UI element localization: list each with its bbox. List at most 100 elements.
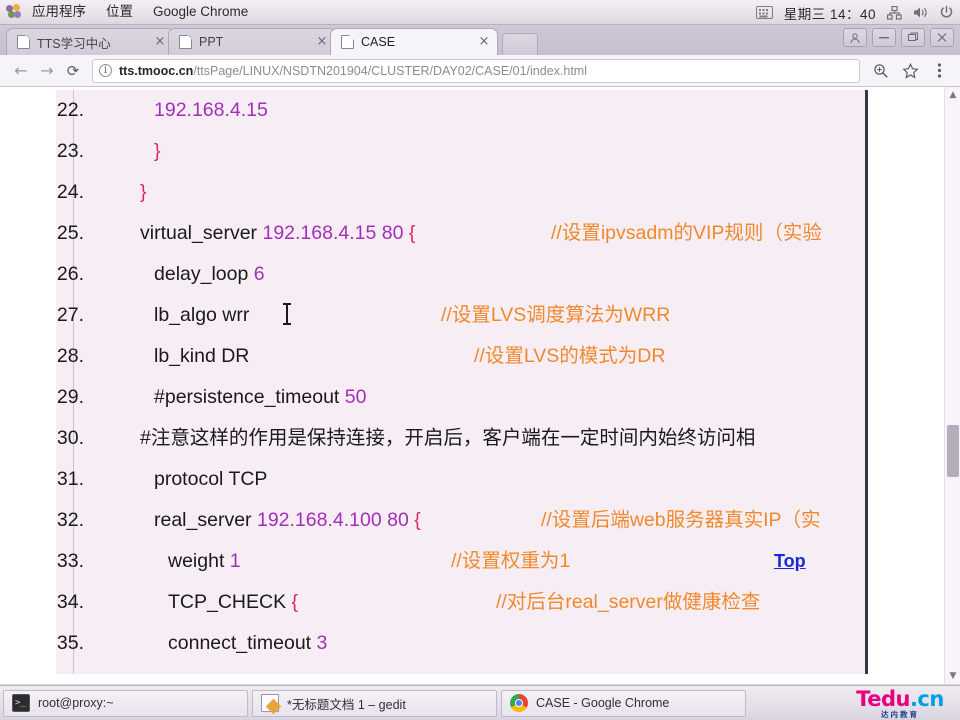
minimize-icon[interactable]: [872, 28, 896, 47]
taskbar-item-label: CASE - Google Chrome: [536, 696, 670, 710]
panel-clock[interactable]: 星期三 14：40: [784, 3, 876, 23]
panel-menu-google-chrome[interactable]: Google Chrome: [143, 0, 258, 24]
scroll-up-arrow-icon[interactable]: ▲: [945, 87, 960, 103]
maximize-icon[interactable]: [901, 28, 925, 47]
taskbar-item-label: *无标题文档 1 – gedit: [287, 697, 406, 712]
code-comment: //设置权重为1: [451, 550, 571, 572]
page-favicon-icon: [17, 35, 30, 49]
line-number: 31.: [56, 468, 84, 490]
window-list-taskbar: >_ root@proxy:~ *无标题文档 1 – gedit CASE - …: [0, 685, 960, 720]
code-text: delay_loop 6: [154, 263, 265, 285]
code-text: weight 1: [168, 550, 241, 572]
line-number: 27.: [56, 304, 84, 326]
line-number: 34.: [56, 591, 84, 613]
browser-tab-3-active[interactable]: CASE ×: [330, 28, 498, 55]
page-favicon-icon: [341, 35, 354, 49]
line-number: 30.: [56, 427, 84, 449]
code-text: TCP_CHECK {: [168, 591, 299, 613]
taskbar-item-gedit[interactable]: *无标题文档 1 – gedit: [252, 689, 497, 717]
forward-button[interactable]: →: [34, 58, 60, 84]
code-line: 28. lb_kind DR //设置LVS的模式为DR: [56, 336, 865, 377]
tab-close-icon[interactable]: ×: [477, 35, 491, 49]
url-host: tts.tmooc.cn: [119, 63, 194, 78]
line-number: 32.: [56, 509, 84, 531]
reload-button[interactable]: ⟳: [60, 58, 86, 84]
zoom-icon[interactable]: [868, 58, 894, 84]
three-dots-menu-icon[interactable]: [926, 58, 952, 84]
panel-menu-places[interactable]: 位置: [96, 0, 143, 24]
code-line: 27. lb_algo wrr //设置LVS调度算法为WRR: [56, 295, 865, 336]
close-icon[interactable]: [930, 28, 954, 47]
tedu-brand-sub: 达内教育: [881, 709, 919, 719]
code-line: 22. 192.168.4.15: [56, 90, 865, 131]
code-line: 24.}: [56, 172, 865, 213]
code-comment: //对后台real_server做健康检查: [496, 591, 761, 613]
browser-tab-2[interactable]: PPT ×: [168, 28, 336, 55]
window-controls: [843, 28, 954, 47]
tedu-watermark-logo: Tedu.cn 达内教育: [844, 688, 956, 719]
code-line-list: 22. 192.168.4.15 23.} 24.} 25. virtual_server…: [56, 90, 865, 664]
url-path: /ttsPage/LINUX/NSDTN201904/CLUSTER/DAY02…: [193, 63, 588, 78]
code-text: #注意这样的作用是保持连接，开启后，客户端在一定时间内始终访问相: [140, 427, 756, 449]
top-anchor-link[interactable]: Top: [774, 541, 806, 582]
address-bar-url: tts.tmooc.cn/ttsPage/LINUX/NSDTN201904/C…: [119, 64, 587, 78]
line-number: 22.: [56, 99, 84, 121]
code-line: 23.}: [56, 131, 865, 172]
keyboard-icon[interactable]: [755, 6, 773, 19]
code-text: protocol TCP: [154, 468, 268, 490]
tedu-brand-text: Tedu.cn: [856, 686, 944, 711]
code-line: 33. weight 1 //设置权重为1 Top: [56, 541, 865, 582]
browser-tab-1[interactable]: TTS学习中心 ×: [6, 28, 174, 55]
code-block: 22. 192.168.4.15 23.} 24.} 25. virtual_server…: [56, 90, 868, 674]
panel-menu-applications[interactable]: 应用程序: [22, 0, 96, 24]
network-icon[interactable]: [887, 5, 902, 20]
code-text: lb_kind DR: [154, 345, 250, 367]
scrollbar-thumb[interactable]: [947, 425, 959, 477]
page-viewport: 22. 192.168.4.15 23.} 24.} 25. virtual_server…: [0, 87, 960, 684]
tab-title: CASE: [361, 35, 396, 49]
line-number: 26.: [56, 263, 84, 285]
text-cursor: [283, 303, 291, 325]
line-number: 29.: [56, 386, 84, 408]
code-line: 34. TCP_CHECK { //对后台real_server做健康检查: [56, 582, 865, 623]
tab-close-icon[interactable]: ×: [153, 35, 167, 49]
chrome-toolbar: ← → ⟳ i tts.tmooc.cn/ttsPage/LINUX/NSDTN…: [0, 55, 960, 87]
taskbar-item-terminal[interactable]: >_ root@proxy:~: [3, 689, 248, 717]
code-line: 35. connect_timeout 3: [56, 623, 865, 664]
scroll-down-arrow-icon[interactable]: ▼: [945, 668, 960, 684]
code-text: real_server 192.168.4.100 80 {: [154, 509, 421, 531]
code-text: connect_timeout 3: [168, 632, 328, 654]
address-bar[interactable]: i tts.tmooc.cn/ttsPage/LINUX/NSDTN201904…: [92, 58, 860, 83]
back-button[interactable]: ←: [8, 58, 34, 84]
code-line: 30. #注意这样的作用是保持连接，开启后，客户端在一定时间内始终访问相: [56, 418, 865, 459]
code-text: }: [140, 181, 147, 203]
line-number: 23.: [56, 140, 84, 162]
chrome-icon: [510, 694, 528, 712]
line-number: 35.: [56, 632, 84, 654]
panel-tray: 星期三 14：40: [755, 0, 954, 25]
applications-logo-icon: [6, 4, 22, 20]
toolbar-actions: [868, 58, 952, 84]
line-number: 25.: [56, 222, 84, 244]
line-number: 24.: [56, 181, 84, 203]
tab-close-icon[interactable]: ×: [315, 35, 329, 49]
tedu-brand-cn: .cn: [909, 686, 944, 711]
line-number: 33.: [56, 550, 84, 572]
code-line: 31. protocol TCP: [56, 459, 865, 500]
code-comment: //设置后端web服务器真实IP（实: [541, 509, 821, 531]
code-comment: //设置ipvsadm的VIP规则（实验: [551, 222, 822, 244]
tedu-brand-edu: edu: [867, 686, 910, 711]
page-scrollbar-vertical[interactable]: ▲ ▼: [944, 87, 960, 684]
taskbar-item-chrome[interactable]: CASE - Google Chrome: [501, 689, 746, 717]
profile-icon[interactable]: [843, 28, 867, 47]
volume-icon[interactable]: [913, 6, 928, 19]
gnome-top-panel: 应用程序 位置 Google Chrome 星期三 14：40: [0, 0, 960, 25]
code-line: 25. virtual_server 192.168.4.15 80 {//设置i…: [56, 213, 865, 254]
code-text: 192.168.4.15: [154, 99, 268, 121]
power-icon[interactable]: [939, 5, 954, 20]
new-tab-button[interactable]: [502, 33, 538, 55]
star-icon[interactable]: [897, 58, 923, 84]
site-info-icon[interactable]: i: [99, 64, 112, 77]
taskbar-item-label: root@proxy:~: [38, 696, 114, 710]
tab-title: TTS学习中心: [37, 36, 111, 51]
